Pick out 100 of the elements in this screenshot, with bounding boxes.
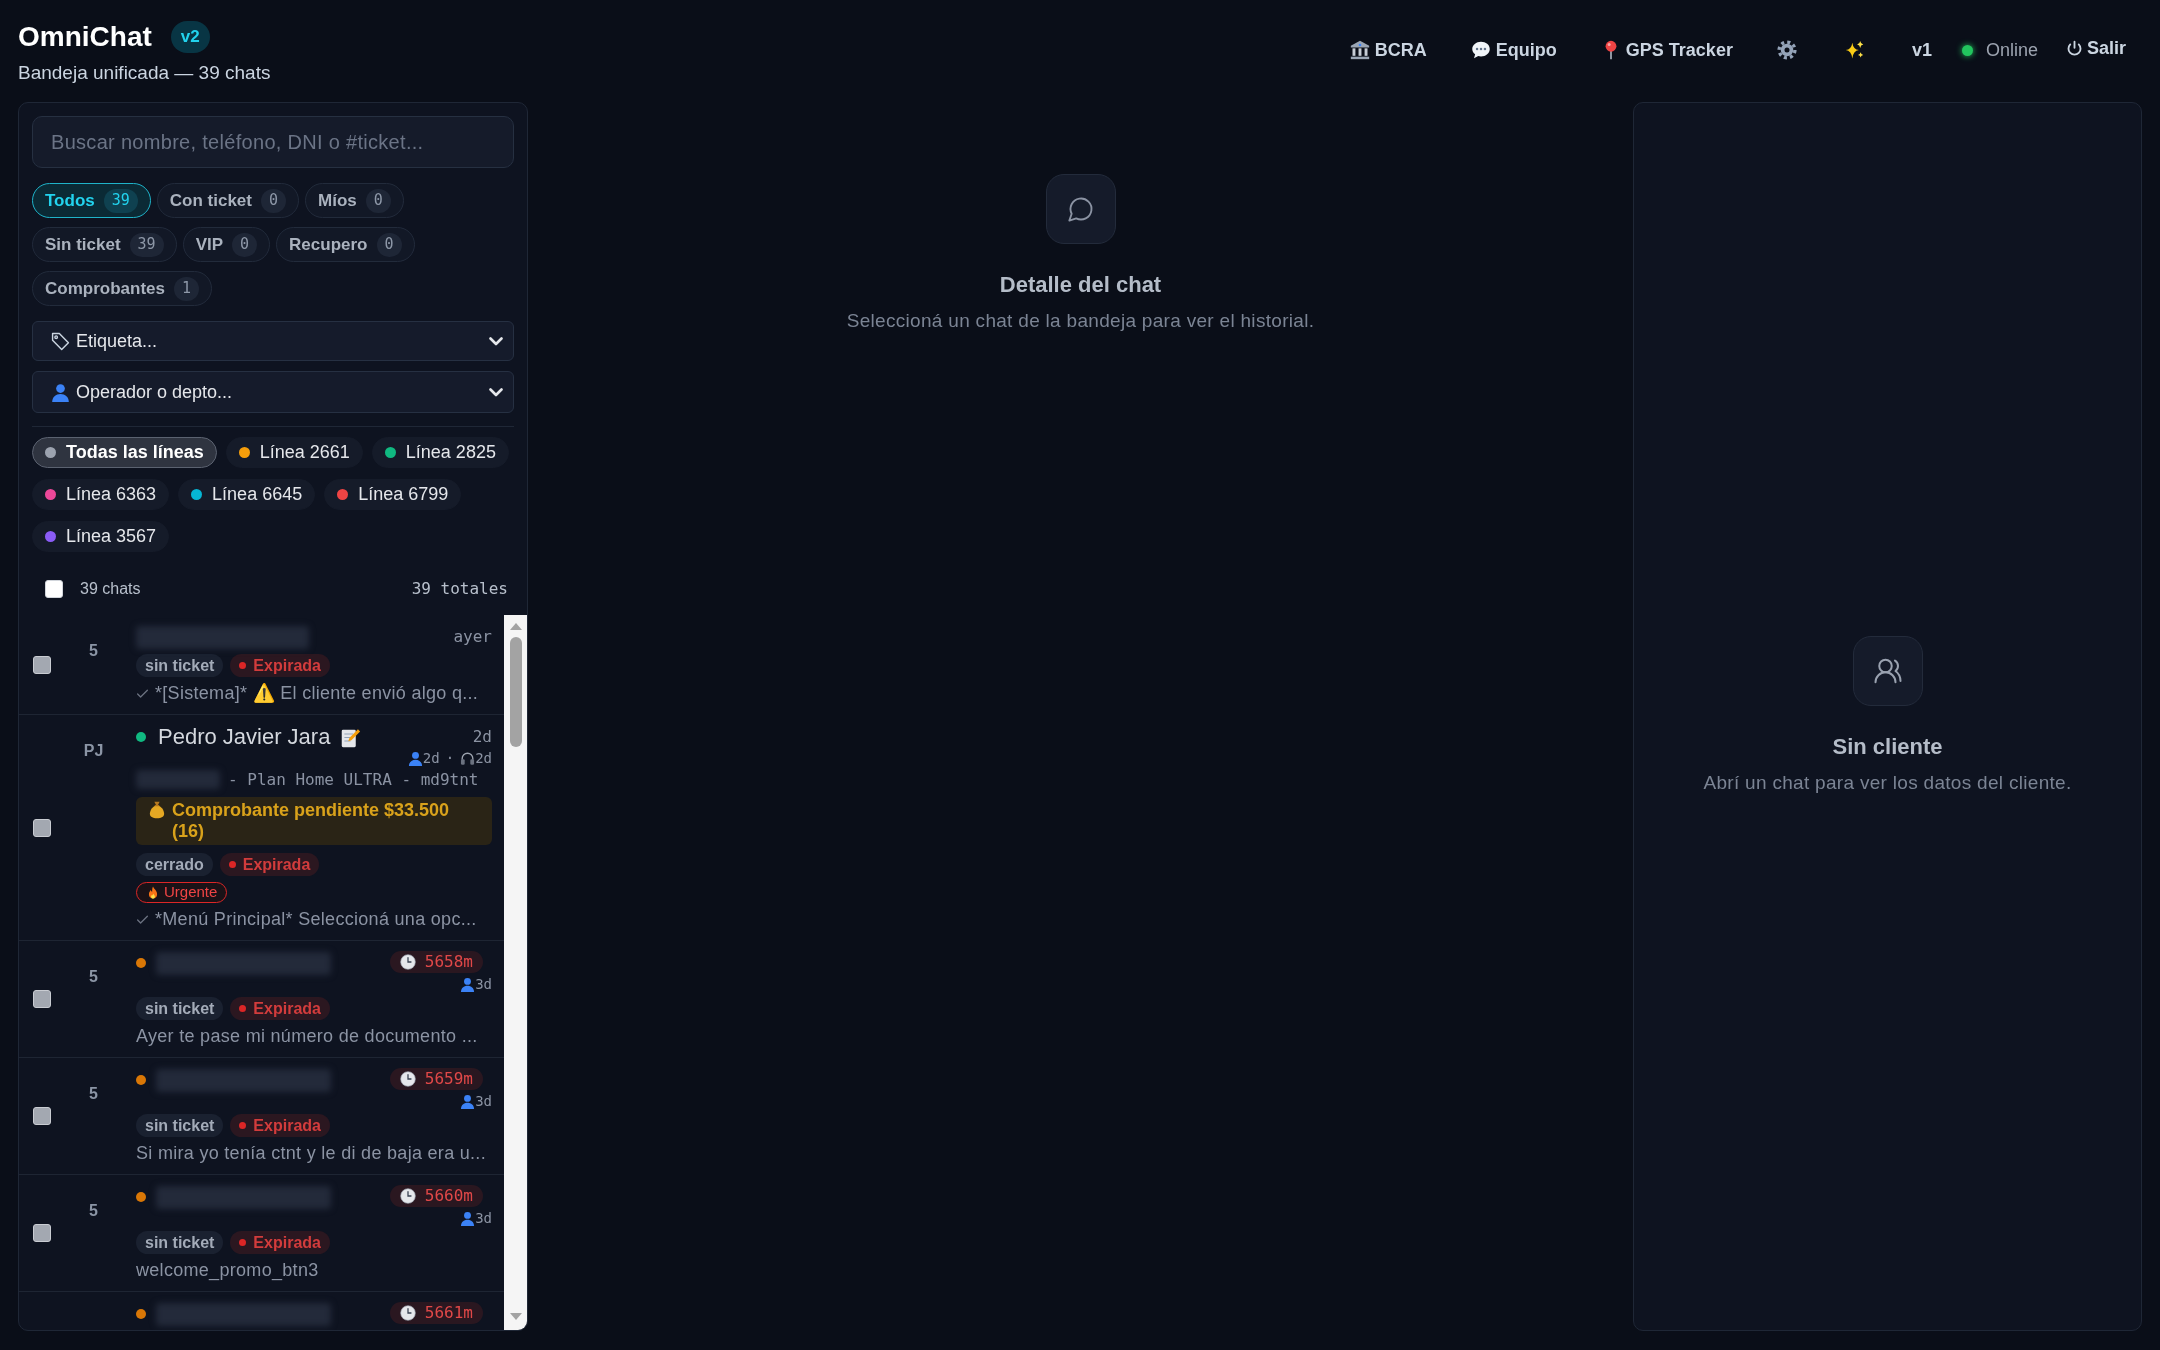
avatar-initials: 5 [89, 1201, 98, 1221]
scrollbar-thumb[interactable] [509, 637, 522, 747]
clock-icon [399, 954, 416, 970]
client-activity-time: 2d [422, 749, 440, 767]
filter-chip[interactable]: Con ticket 0 [156, 183, 299, 218]
app-title: OmniChat [18, 20, 152, 54]
filter-chip[interactable]: Comprobantes 1 [32, 271, 212, 306]
row-checkbox[interactable] [33, 818, 51, 837]
filter-chip[interactable]: Míos 0 [305, 183, 404, 218]
person-icon [460, 1093, 476, 1109]
filter-count: 0 [376, 232, 402, 257]
detail-title: Detalle del chat [999, 271, 1162, 299]
nav-link[interactable]: GPS Tracker [1578, 32, 1755, 68]
ticket-status-tag: sin ticket [136, 1231, 224, 1254]
line-filter-chip[interactable]: Línea 3567 [32, 521, 170, 552]
line-filter-chip[interactable]: Línea 6799 [324, 479, 462, 510]
line-filter-chip[interactable]: Línea 6363 [32, 479, 170, 510]
person-icon [460, 1210, 476, 1226]
scrollbar[interactable] [504, 615, 527, 1330]
clock-icon [399, 1305, 416, 1321]
row-checkbox[interactable] [33, 1107, 51, 1125]
ticket-status-tag: sin ticket [136, 654, 224, 677]
filter-chip[interactable]: Recupero 0 [276, 227, 415, 262]
nav-link[interactable]: BCRA [1327, 32, 1449, 68]
scroll-up-icon[interactable] [509, 623, 522, 630]
message-preview: *Menú Principal* Seleccioná una opc... [155, 907, 477, 931]
line-filter-chip[interactable]: Línea 2825 [371, 437, 509, 468]
filter-chip[interactable]: Todos 39 [32, 183, 151, 218]
inbox-subtitle: Bandeja unificada — 39 chats [18, 61, 271, 85]
operator-select[interactable]: Operador o depto... [32, 371, 514, 413]
plan-info: - Plan Home ULTRA - md9tnt [228, 768, 479, 791]
wait-time: 5658m [424, 951, 473, 973]
contact-name: Pedro Javier Jara [158, 725, 331, 749]
scroll-down-icon[interactable] [509, 1313, 522, 1320]
settings-icon[interactable] [1776, 40, 1797, 60]
line-filter-chip[interactable]: Todas las líneas [32, 437, 217, 468]
filter-chip[interactable]: Sin ticket 39 [32, 227, 177, 262]
tag-icon [51, 331, 70, 351]
chat-time: 2d [472, 726, 492, 748]
status-label: Online [1985, 38, 2038, 62]
chat-row[interactable]: PJ Pedro Javier Jara 2d 2d · 2d - Plan Home ULTRA - md9tnt Comprobante pendiente $33.500 (16) cerrado Expirada Urgente *Menú Principal* Seleccioná una opc... [19, 715, 504, 941]
power-icon [2065, 39, 2083, 57]
person-icon [407, 750, 423, 766]
filter-count: 1 [173, 276, 199, 301]
ticket-status-tag: sin ticket [136, 1114, 224, 1137]
ticket-status-tag: sin ticket [136, 997, 224, 1020]
filter-count: 0 [261, 188, 286, 213]
speech-bubble-icon [1470, 40, 1491, 60]
chat-row[interactable]: 5 5658m 3d sin ticket Expirada Ayer te pase mi número de documento ... [19, 941, 504, 1058]
client-title: Sin cliente [1832, 732, 1943, 761]
line-filter-chip[interactable]: Línea 2661 [225, 437, 363, 468]
select-all-checkbox[interactable] [45, 580, 63, 598]
expired-label: Expirada [253, 1232, 321, 1253]
money-bag-icon [148, 801, 166, 819]
row-checkbox[interactable] [33, 1224, 51, 1242]
chat-row[interactable]: 5661m [19, 1292, 504, 1330]
message-preview: Ayer te pase mi número de documento ... [136, 1024, 478, 1048]
chat-total: 39 totales [411, 578, 508, 600]
client-activity-time: 3d [475, 975, 492, 993]
avatar-initials: 5 [89, 641, 98, 661]
client-activity-time: 3d [475, 1209, 492, 1227]
row-checkbox[interactable] [33, 990, 51, 1008]
line-filter-chip[interactable]: Línea 6645 [178, 479, 316, 510]
clock-icon [399, 1188, 416, 1204]
person-icon [51, 382, 70, 402]
client-activity-time: 3d [475, 1092, 492, 1110]
fire-icon [146, 885, 160, 900]
message-preview: *[Sistema]* ⚠ El cliente envió algo q... [155, 681, 479, 705]
row-checkbox[interactable] [33, 655, 51, 674]
nav-link[interactable]: Equipo [1448, 32, 1579, 68]
detail-hint: Seleccioná un chat de la bandeja para ver el historial. [846, 309, 1315, 333]
users-icon [1852, 635, 1923, 706]
wait-time: 5659m [424, 1068, 473, 1090]
urgent-label: Urgente [164, 882, 218, 903]
chat-row[interactable]: 5 5660m 3d sin ticket Expirada welcome_promo_btn3 [19, 1175, 504, 1292]
bank-icon [1349, 40, 1370, 60]
message-preview: Si mira yo tenía ctnt y le di de baja era u... [136, 1141, 486, 1165]
tag-select[interactable]: Etiqueta... [32, 321, 514, 361]
avatar-initials: PJ [83, 741, 104, 761]
filter-chip[interactable]: VIP 0 [182, 227, 271, 262]
chat-row[interactable]: 5 5659m 3d sin ticket Expirada Si mira yo tenía ctnt y le di de baja era u... [19, 1058, 504, 1175]
expired-label: Expirada [253, 1115, 321, 1136]
receipt-text: Comprobante pendiente $33.500 (16) [172, 800, 451, 842]
message-preview: welcome_promo_btn3 [136, 1258, 319, 1283]
clock-icon [399, 1071, 416, 1087]
chat-row[interactable]: 5 ayer sin ticket Expirada *[Sistema]* ⚠ El cliente envió algo q... [19, 615, 504, 715]
logout-button[interactable]: Salir [2065, 34, 2126, 62]
wait-time: 5660m [424, 1185, 473, 1207]
chat-bubble-icon [1045, 174, 1116, 244]
filter-count: 0 [232, 232, 258, 257]
search-field[interactable]: Buscar nombre, teléfono, DNI o #ticket... [32, 116, 514, 168]
version-label: v1 [1911, 38, 1932, 62]
avatar-initials: 5 [89, 967, 98, 987]
expired-label: Expirada [253, 655, 321, 676]
activity-separator: · [445, 749, 455, 767]
filter-count: 0 [365, 188, 391, 213]
person-icon [460, 976, 476, 992]
chat-time: ayer [453, 626, 492, 648]
client-hint: Abrí un chat para ver los datos del cliente. [1703, 770, 2072, 795]
chat-count: 39 chats [80, 579, 141, 599]
